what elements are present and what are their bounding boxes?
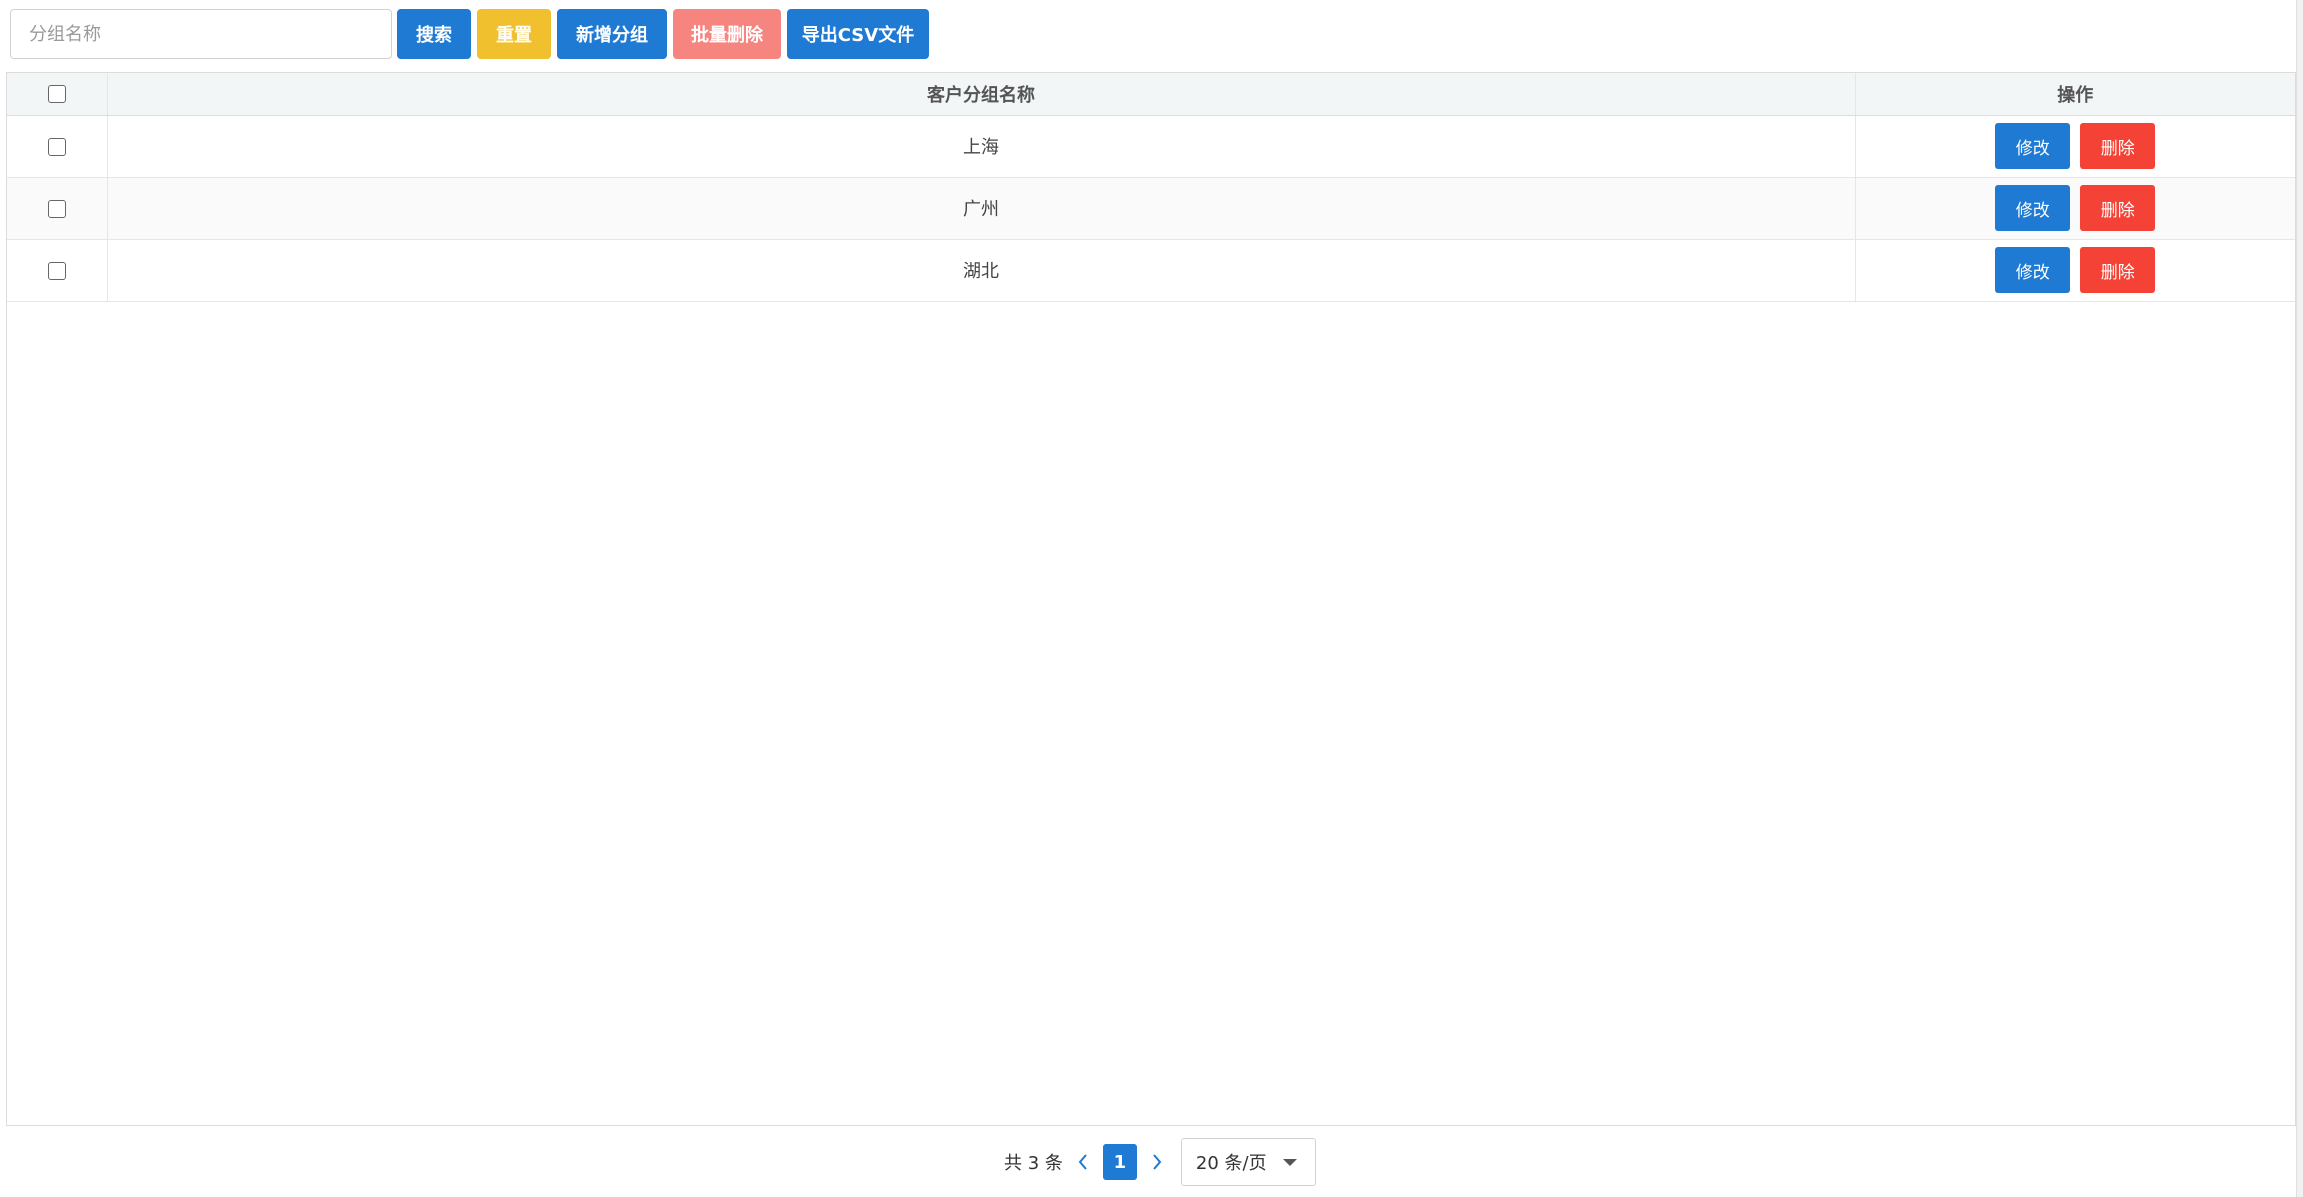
pagination: 共 3 条 1 20 条/页 (1004, 1138, 1316, 1186)
group-name-cell: 湖北 (107, 239, 1856, 302)
scrollbar-track[interactable] (2296, 0, 2303, 1197)
total-count-text: 共 3 条 (1004, 1153, 1063, 1174)
row-check-cell (7, 177, 108, 240)
page-size-select[interactable]: 20 条/页 (1180, 1138, 1316, 1186)
page: 搜索 重置 新增分组 批量删除 导出CSV文件 客户分组名称 操作 (0, 0, 2303, 1197)
operations-cell: 修改 删除 (1855, 115, 2295, 178)
table-row: 湖北 修改 删除 (7, 239, 2295, 302)
next-page-chevron-right-icon[interactable] (1147, 1147, 1167, 1177)
column-header-operations: 操作 (1855, 73, 2295, 116)
reset-button[interactable]: 重置 (477, 9, 551, 59)
group-name-cell: 上海 (107, 115, 1856, 178)
delete-button[interactable]: 删除 (2080, 185, 2156, 231)
column-header-group-name: 客户分组名称 (107, 73, 1856, 116)
group-table-container: 客户分组名称 操作 上海 修改 删除 广州 修改 删除 湖北 修改 删除 (6, 72, 2296, 1126)
row-check-cell (7, 115, 108, 178)
group-table: 客户分组名称 操作 上海 修改 删除 广州 修改 删除 湖北 修改 删除 (7, 73, 2295, 302)
row-check-cell (7, 239, 108, 302)
toolbar: 搜索 重置 新增分组 批量删除 导出CSV文件 (10, 9, 935, 59)
row-checkbox[interactable] (47, 199, 66, 218)
delete-button[interactable]: 删除 (2080, 123, 2156, 169)
select-all-cell (7, 73, 108, 116)
table-row: 广州 修改 删除 (7, 177, 2295, 240)
group-name-search-input[interactable] (10, 9, 392, 59)
page-size-value: 20 条/页 (1195, 1153, 1267, 1174)
row-checkbox[interactable] (47, 137, 66, 156)
table-row: 上海 修改 删除 (7, 115, 2295, 178)
batch-delete-button[interactable]: 批量删除 (673, 9, 781, 59)
export-csv-button[interactable]: 导出CSV文件 (787, 9, 929, 59)
operations-cell: 修改 删除 (1855, 239, 2295, 302)
edit-button[interactable]: 修改 (1995, 123, 2071, 169)
caret-down-icon (1282, 1158, 1297, 1166)
delete-button[interactable]: 删除 (2080, 247, 2156, 293)
search-button[interactable]: 搜索 (397, 9, 471, 59)
edit-button[interactable]: 修改 (1995, 247, 2071, 293)
select-all-checkbox[interactable] (47, 85, 66, 104)
operations-cell: 修改 删除 (1855, 177, 2295, 240)
add-group-button[interactable]: 新增分组 (557, 9, 667, 59)
page-number-current[interactable]: 1 (1102, 1144, 1137, 1180)
group-name-cell: 广州 (107, 177, 1856, 240)
row-checkbox[interactable] (47, 261, 66, 280)
edit-button[interactable]: 修改 (1995, 185, 2071, 231)
table-header-row: 客户分组名称 操作 (7, 73, 2295, 116)
prev-page-chevron-left-icon[interactable] (1073, 1147, 1093, 1177)
